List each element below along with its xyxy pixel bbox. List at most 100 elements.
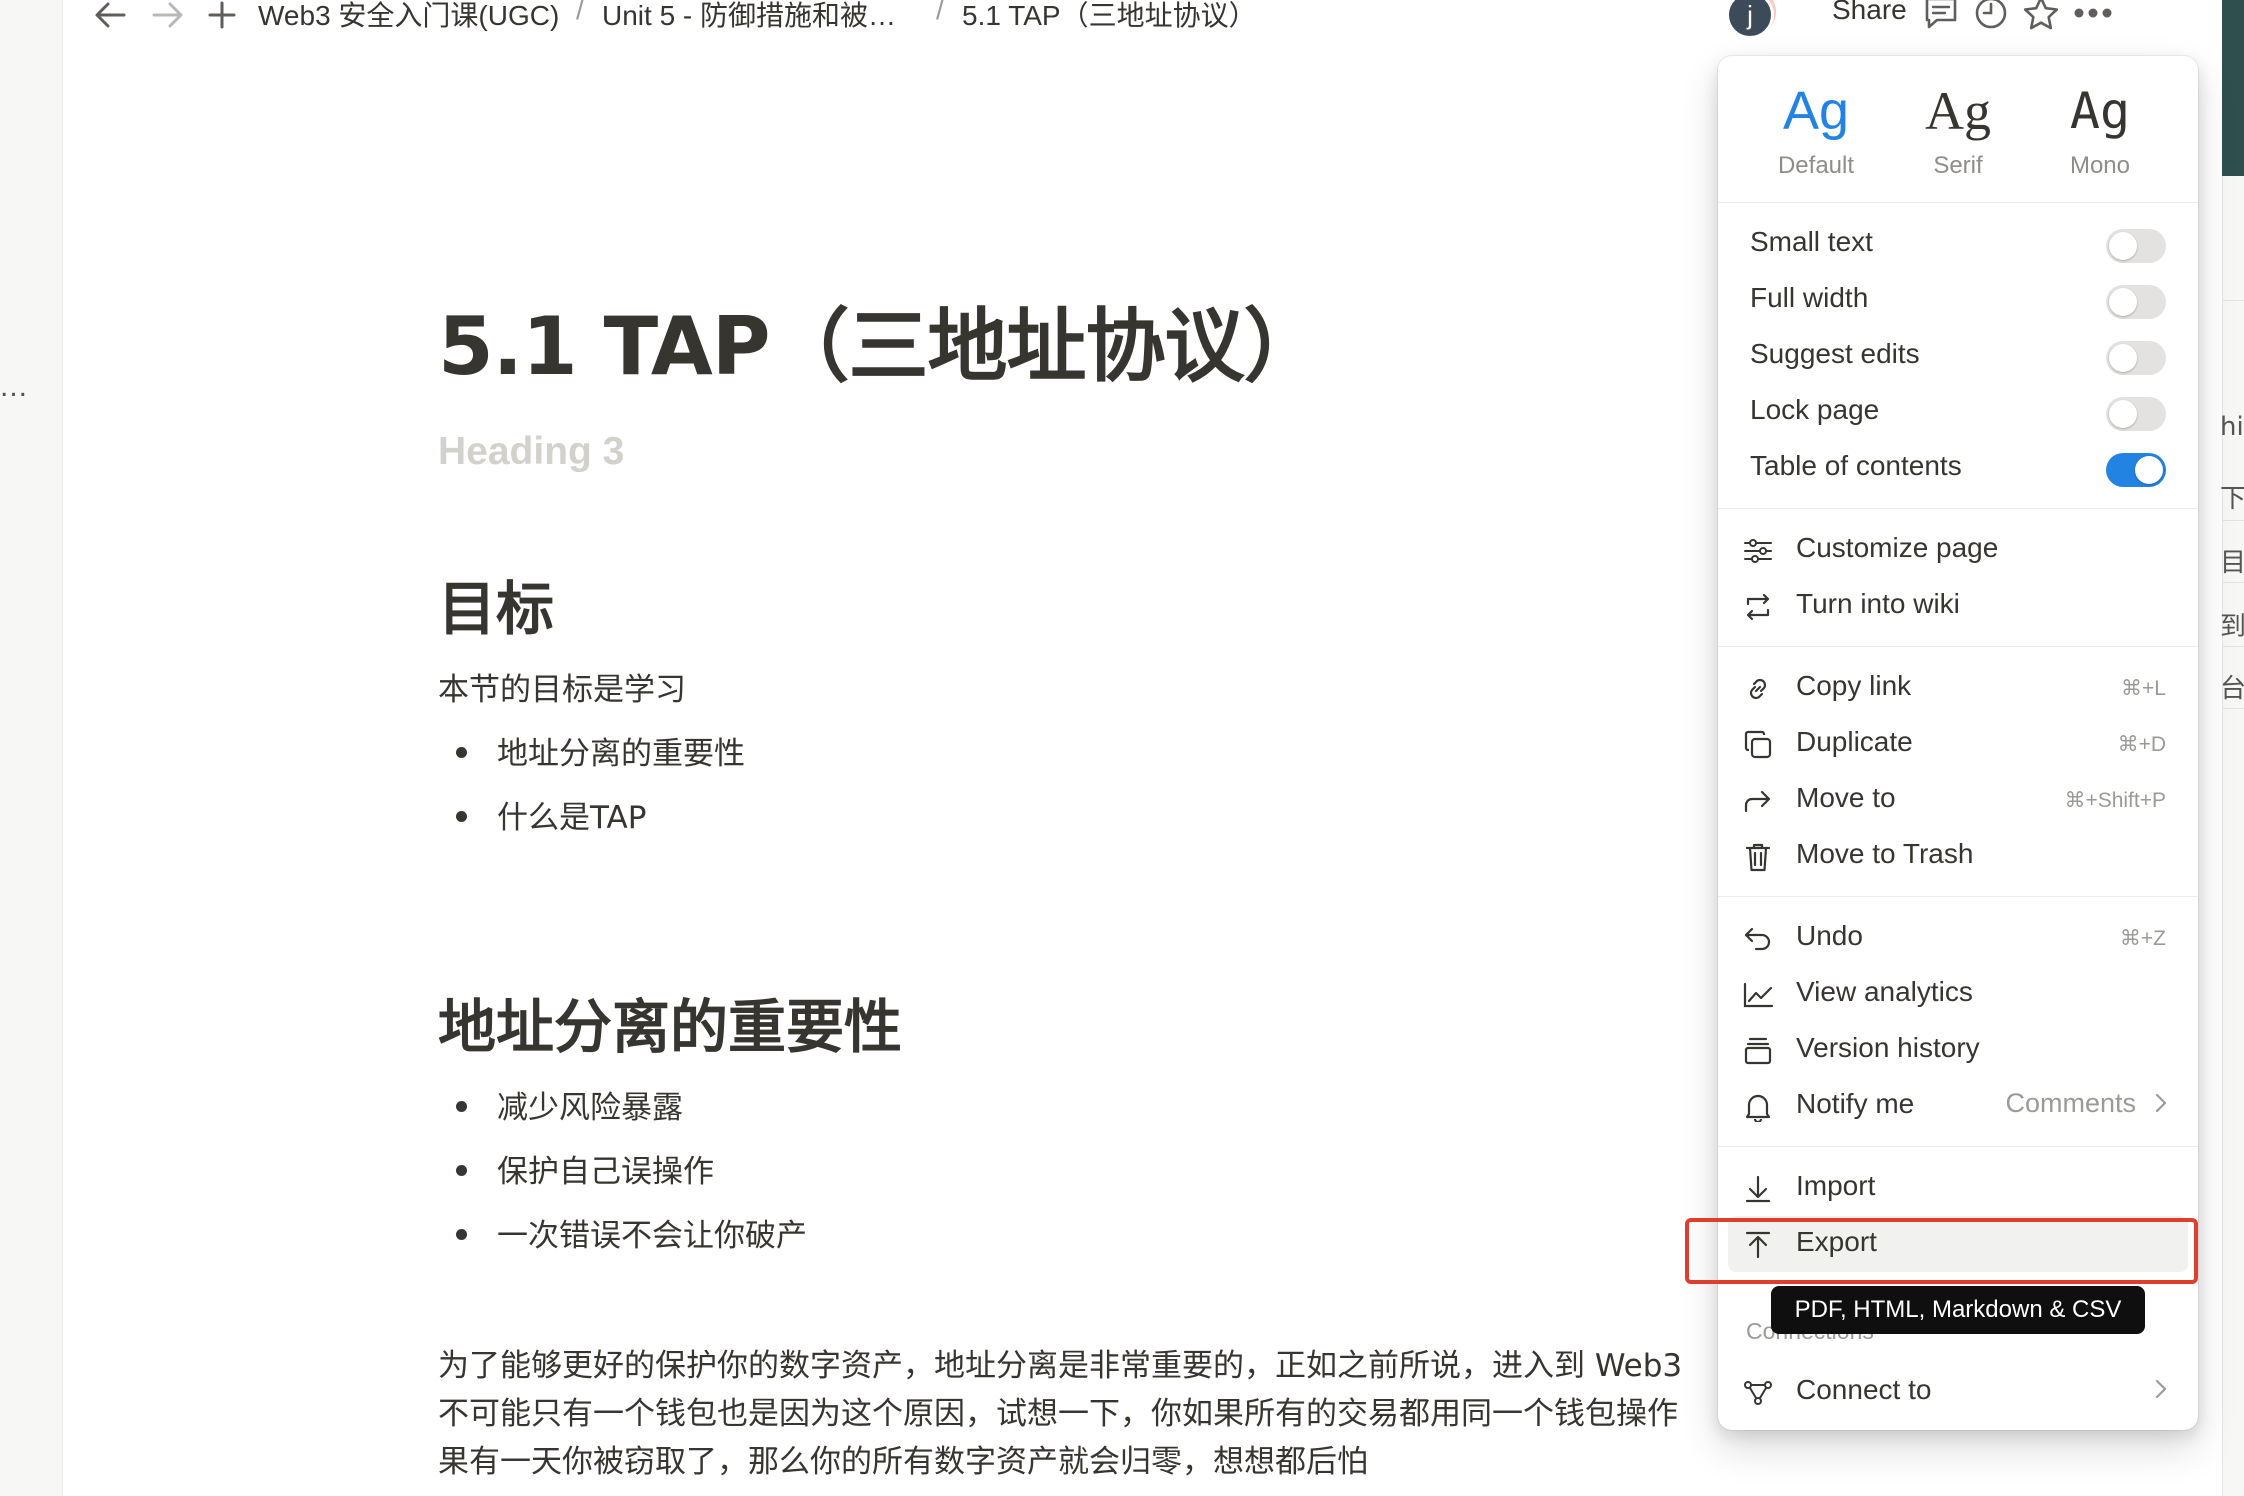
- toggle-label: Full width: [1750, 282, 1869, 313]
- notify-me-item[interactable]: Notify me Comments: [1718, 1080, 2198, 1132]
- list-item[interactable]: 一次错误不会让你破产: [438, 1210, 807, 1255]
- menu-item-label: Undo: [1796, 920, 1863, 951]
- list-item[interactable]: 什么是TAP: [438, 792, 646, 837]
- small-text-toggle[interactable]: [2106, 229, 2166, 263]
- convert-icon: [1742, 591, 1774, 623]
- full-width-toggle-row[interactable]: Full width: [1718, 274, 2198, 326]
- bullet-dot: [456, 1101, 467, 1112]
- connect-to-item[interactable]: Connect to: [1718, 1366, 2198, 1418]
- menu-item-label: Move to Trash: [1796, 838, 1974, 869]
- menu-item-label: Move to: [1796, 782, 1896, 813]
- version-history-item[interactable]: Version history: [1718, 1024, 2198, 1076]
- right-panel-text: 下: [2220, 484, 2244, 514]
- toggle-knob: [2135, 456, 2163, 484]
- font-label: Mono: [2069, 152, 2131, 179]
- move-to-trash-item[interactable]: Move to Trash: [1718, 830, 2198, 882]
- menu-item-label: Import: [1796, 1170, 1876, 1201]
- duplicate-item[interactable]: Duplicate ⌘+D: [1718, 718, 2198, 770]
- lock-page-toggle[interactable]: [2106, 397, 2166, 431]
- menu-item-label: Copy link: [1796, 670, 1912, 701]
- breadcrumb-current[interactable]: 5.1 TAP（三地址协议）: [962, 0, 1257, 34]
- right-panel-text: hi: [2220, 412, 2244, 442]
- font-label: Default: [1777, 152, 1855, 179]
- small-text-toggle-row[interactable]: Small text: [1718, 218, 2198, 270]
- page-title[interactable]: 5.1 TAP（三地址协议）: [438, 282, 1323, 398]
- menu-item-label: Connect to: [1796, 1374, 1932, 1405]
- list-item-text: 一次错误不会让你破产: [497, 1218, 807, 1254]
- share-button[interactable]: Share: [1832, 0, 1907, 26]
- menu-divider: [1718, 646, 2198, 647]
- paragraph[interactable]: 本节的目标是学习: [438, 664, 686, 709]
- breadcrumb-item[interactable]: Web3 安全入门课(UGC): [258, 0, 559, 34]
- import-item[interactable]: Import: [1718, 1162, 2198, 1214]
- avatar[interactable]: j: [1726, 0, 1774, 39]
- font-option-mono[interactable]: Ag Mono: [2040, 74, 2160, 180]
- customize-page-item[interactable]: Customize page: [1718, 524, 2198, 576]
- toggle-knob: [2109, 400, 2137, 428]
- font-option-serif[interactable]: Ag Serif: [1898, 74, 2018, 180]
- more-dots-icon[interactable]: [2072, 0, 2114, 34]
- sidebar-more-icon[interactable]: ...: [0, 370, 28, 404]
- menu-divider: [1718, 508, 2198, 509]
- lock-page-toggle-row[interactable]: Lock page: [1718, 386, 2198, 438]
- suggest-edits-toggle[interactable]: [2106, 341, 2166, 375]
- breadcrumb-item[interactable]: Unit 5 - 防御措施和被…: [602, 0, 896, 34]
- paragraph-line[interactable]: 为了能够更好的保护你的数字资产，地址分离是非常重要的，正如之前所说，进入到 We…: [438, 1340, 1682, 1385]
- star-icon[interactable]: [2020, 0, 2062, 34]
- turn-into-wiki-item[interactable]: Turn into wiki: [1718, 580, 2198, 632]
- list-item-text: 减少风险暴露: [497, 1090, 683, 1126]
- heading-placeholder[interactable]: Heading 3: [438, 430, 624, 474]
- right-panel-text: 到: [2220, 612, 2244, 642]
- comment-icon[interactable]: [1920, 0, 1962, 34]
- section-heading[interactable]: 地址分离的重要性: [438, 980, 902, 1064]
- menu-item-label: Customize page: [1796, 532, 1999, 563]
- breadcrumb-separator: /: [576, 0, 584, 25]
- font-option-default[interactable]: Ag Default: [1756, 74, 1876, 180]
- paragraph-line[interactable]: 果有一天你被窃取了，那么你的所有数字资产就会归零，想想都后怕: [438, 1436, 1368, 1481]
- download-icon: [1742, 1173, 1774, 1205]
- arrow-turn-icon: [1742, 785, 1774, 817]
- forward-arrow-icon[interactable]: [148, 0, 188, 30]
- clock-history-icon[interactable]: [1970, 0, 2012, 34]
- duplicate-icon: [1742, 729, 1774, 761]
- font-label: Serif: [1933, 152, 1983, 179]
- undo-icon: [1742, 923, 1774, 955]
- toggle-knob: [2109, 344, 2137, 372]
- list-item[interactable]: 地址分离的重要性: [438, 728, 745, 773]
- table-of-contents-toggle[interactable]: [2106, 453, 2166, 487]
- top-bar: Web3 安全入门课(UGC) / Unit 5 - 防御措施和被… / 5.1…: [62, 0, 2222, 40]
- right-panel-accent: [2222, 0, 2244, 176]
- bullet-dot: [456, 1229, 467, 1240]
- back-arrow-icon[interactable]: [90, 0, 130, 30]
- undo-item[interactable]: Undo ⌘+Z: [1718, 912, 2198, 964]
- suggest-edits-toggle-row[interactable]: Suggest edits: [1718, 330, 2198, 382]
- right-panel-divider: [2222, 708, 2244, 709]
- nodes-icon: [1742, 1377, 1774, 1409]
- right-panel-divider: [2222, 646, 2244, 647]
- paragraph-line[interactable]: 不可能只有一个钱包也是因为这个原因，试想一下，你如果所有的交易都用同一个钱包操作: [438, 1388, 1678, 1433]
- list-item[interactable]: 保护自己误操作: [438, 1146, 714, 1191]
- chart-icon: [1742, 979, 1774, 1011]
- font-sample: Ag: [2069, 82, 2131, 140]
- table-of-contents-toggle-row[interactable]: Table of contents: [1718, 442, 2198, 494]
- view-analytics-item[interactable]: View analytics: [1718, 968, 2198, 1020]
- right-panel-divider: [2222, 582, 2244, 583]
- sliders-icon: [1742, 535, 1774, 567]
- list-item-text: 地址分离的重要性: [497, 736, 745, 772]
- move-to-item[interactable]: Move to ⌘+Shift+P: [1718, 774, 2198, 826]
- right-panel-edge: [2222, 0, 2244, 1496]
- menu-item-label: Duplicate: [1796, 726, 1913, 757]
- bell-icon: [1742, 1091, 1774, 1123]
- bullet-dot: [456, 811, 467, 822]
- notify-value: Comments: [2005, 1088, 2136, 1118]
- list-item[interactable]: 减少风险暴露: [438, 1082, 683, 1127]
- link-icon: [1742, 673, 1774, 705]
- menu-item-label: View analytics: [1796, 976, 1973, 1007]
- toggle-label: Small text: [1750, 226, 1873, 257]
- chevron-right-icon: [2154, 1378, 2168, 1406]
- new-page-plus-icon[interactable]: [202, 0, 242, 30]
- full-width-toggle[interactable]: [2106, 285, 2166, 319]
- section-heading[interactable]: 目标: [438, 562, 554, 646]
- copy-link-item[interactable]: Copy link ⌘+L: [1718, 662, 2198, 714]
- font-sample: Ag: [1782, 81, 1850, 141]
